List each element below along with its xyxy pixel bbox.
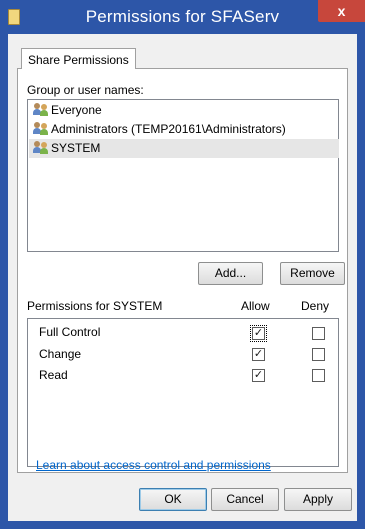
list-item-system[interactable]: SYSTEM bbox=[29, 139, 339, 158]
group-user-list[interactable]: Everyone Administrators (TEMP20161\Admin… bbox=[27, 99, 339, 252]
apply-button[interactable]: Apply bbox=[284, 488, 352, 511]
deny-checkbox-full-control[interactable] bbox=[312, 327, 325, 340]
list-item-label: Everyone bbox=[51, 103, 102, 117]
tab-share-permissions[interactable]: Share Permissions bbox=[21, 48, 136, 69]
permission-row-full-control: Full Control ✓ bbox=[29, 322, 339, 344]
remove-button[interactable]: Remove bbox=[280, 262, 345, 285]
deny-column-header: Deny bbox=[301, 299, 330, 313]
help-link[interactable]: Learn about access control and permissio… bbox=[36, 458, 271, 472]
cancel-button[interactable]: Cancel bbox=[211, 488, 279, 511]
permission-label: Change bbox=[39, 347, 82, 361]
close-button[interactable]: x bbox=[318, 0, 365, 22]
permissions-dialog: Permissions for SFAServ x Share Permissi… bbox=[0, 0, 365, 529]
list-item-label: Administrators (TEMP20161\Administrators… bbox=[51, 122, 286, 136]
deny-checkbox-change[interactable] bbox=[312, 348, 325, 361]
group-list-label: Group or user names: bbox=[27, 83, 144, 97]
window-title: Permissions for SFAServ bbox=[85, 7, 280, 26]
users-icon bbox=[33, 121, 49, 135]
permissions-list: Full Control ✓ Change ✓ Read ✓ bbox=[27, 318, 339, 467]
dialog-body: Share Permissions Group or user names: E… bbox=[8, 34, 357, 521]
ok-button[interactable]: OK bbox=[139, 488, 207, 511]
add-button[interactable]: Add... bbox=[198, 262, 263, 285]
allow-checkbox-read[interactable]: ✓ bbox=[252, 369, 265, 382]
list-item-label: SYSTEM bbox=[51, 141, 101, 155]
list-item-everyone[interactable]: Everyone bbox=[29, 101, 339, 120]
permission-row-read: Read ✓ bbox=[29, 365, 339, 387]
list-item-administrators[interactable]: Administrators (TEMP20161\Administrators… bbox=[29, 120, 339, 139]
users-icon bbox=[33, 102, 49, 116]
permission-label: Full Control bbox=[39, 325, 101, 339]
deny-checkbox-read[interactable] bbox=[312, 369, 325, 382]
allow-column-header: Allow bbox=[241, 299, 270, 313]
title-bar[interactable]: Permissions for SFAServ x bbox=[0, 0, 365, 34]
users-icon bbox=[33, 140, 49, 154]
permission-row-change: Change ✓ bbox=[29, 344, 339, 366]
permissions-label: Permissions for SYSTEM bbox=[27, 299, 163, 313]
share-permissions-panel: Group or user names: Everyone Administra… bbox=[17, 68, 348, 473]
allow-checkbox-full-control[interactable]: ✓ bbox=[250, 325, 267, 342]
allow-checkbox-change[interactable]: ✓ bbox=[252, 348, 265, 361]
permission-label: Read bbox=[39, 368, 68, 382]
